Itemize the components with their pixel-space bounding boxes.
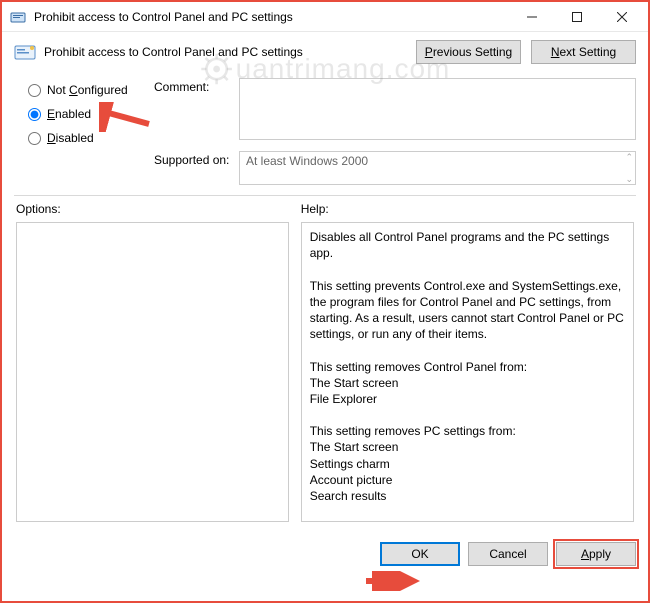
next-setting-button[interactable]: Next Setting — [531, 40, 636, 64]
supported-on-value: At least Windows 2000 ⌃⌄ — [239, 151, 636, 185]
policy-small-icon — [10, 9, 26, 25]
radio-not-configured[interactable]: Not Configured — [28, 78, 154, 102]
radio-enabled[interactable]: Enabled — [28, 102, 154, 126]
scroll-spinner-icon: ⌃⌄ — [625, 152, 633, 184]
divider — [14, 195, 636, 196]
ok-button[interactable]: OK — [380, 542, 460, 566]
comment-label: Comment: — [154, 78, 239, 94]
minimize-button[interactable] — [509, 2, 554, 31]
radio-disabled[interactable]: Disabled — [28, 126, 154, 150]
policy-title: Prohibit access to Control Panel and PC … — [44, 45, 408, 59]
apply-button[interactable]: Apply — [556, 542, 636, 566]
help-label: Help: — [301, 202, 634, 216]
comment-textarea[interactable] — [239, 78, 636, 140]
state-radio-group: Not Configured Enabled Disabled — [14, 78, 154, 185]
close-button[interactable] — [599, 2, 644, 31]
previous-setting-button[interactable]: Previous Setting — [416, 40, 521, 64]
window-title: Prohibit access to Control Panel and PC … — [34, 10, 509, 24]
policy-header: Prohibit access to Control Panel and PC … — [14, 40, 636, 64]
options-label: Options: — [16, 202, 289, 216]
dialog-button-row: OK Cancel Apply — [2, 530, 648, 576]
titlebar: Prohibit access to Control Panel and PC … — [2, 2, 648, 32]
maximize-button[interactable] — [554, 2, 599, 31]
cancel-button[interactable]: Cancel — [468, 542, 548, 566]
supported-on-label: Supported on: — [154, 151, 239, 167]
options-box — [16, 222, 289, 522]
help-text[interactable]: Disables all Control Panel programs and … — [301, 222, 634, 522]
policy-big-icon — [14, 41, 36, 63]
